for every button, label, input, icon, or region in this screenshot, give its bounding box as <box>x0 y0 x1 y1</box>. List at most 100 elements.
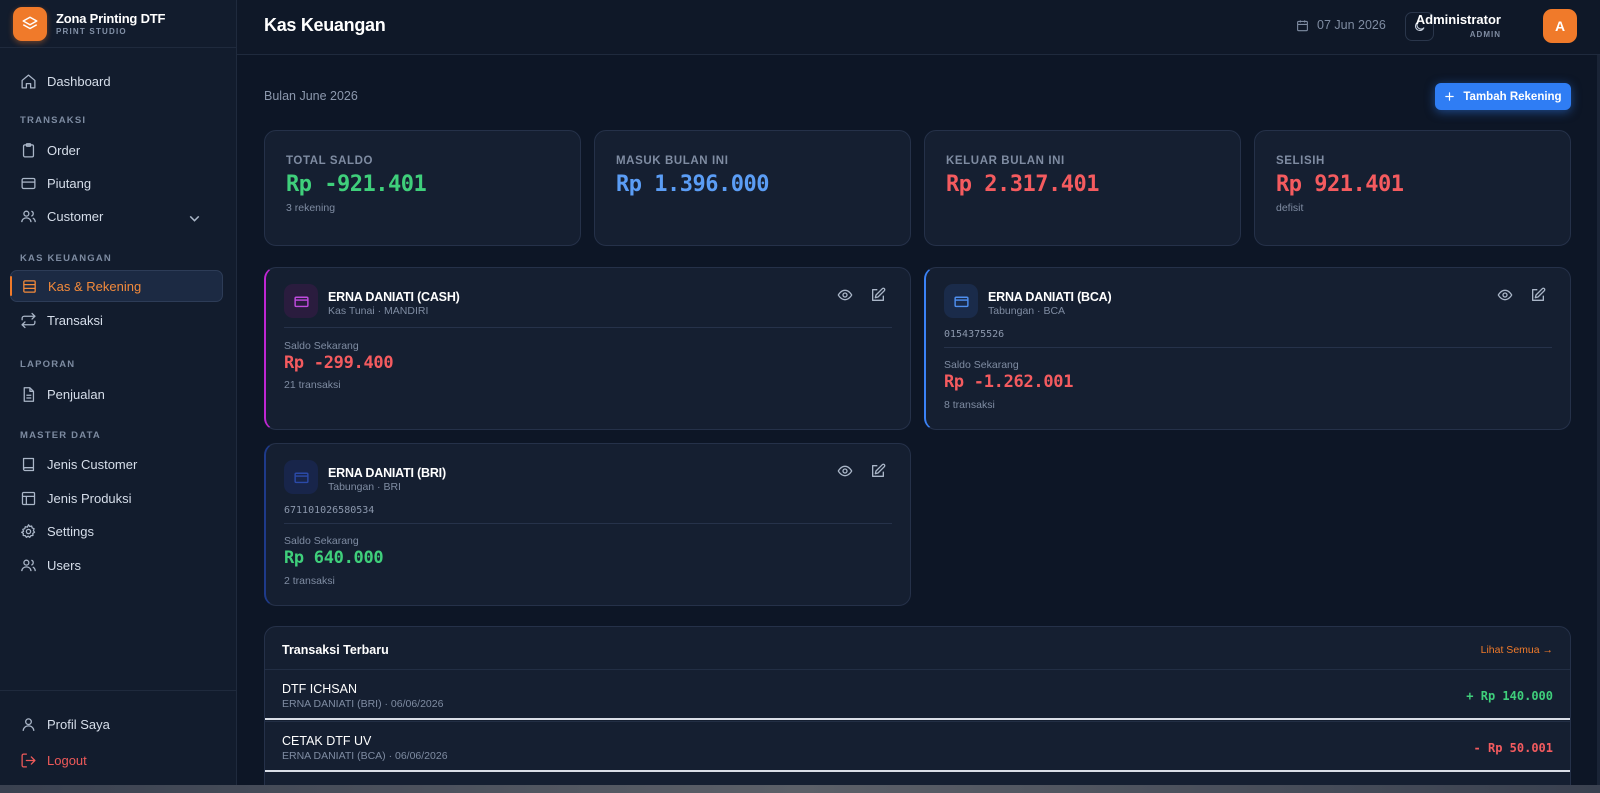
sidebar-item-label: Logout <box>47 752 87 768</box>
sidebar-item-label: Profil Saya <box>47 716 110 732</box>
repeat-icon <box>21 312 36 328</box>
edit-icon[interactable] <box>870 287 886 303</box>
stat-label: MASUK BULAN INI <box>616 155 729 167</box>
sidebar-item-jenis-customer[interactable]: Jenis Customer <box>10 448 223 480</box>
user-role: ADMIN <box>1469 30 1501 39</box>
page-title: Kas Keuangan <box>264 15 386 35</box>
account-type: Tabungan · BCA <box>988 305 1066 317</box>
account-type: Kas Tunai · MANDIRI <box>328 305 429 317</box>
sidebar-footer: Profil Saya Logout <box>0 690 236 793</box>
balance-label: Saldo Sekarang <box>284 340 359 352</box>
clipboard-icon <box>22 142 35 158</box>
sidebar-item-kas-rekening[interactable]: Kas & Rekening <box>10 270 223 302</box>
users-icon <box>21 210 36 222</box>
stat-card-masuk: MASUK BULAN INI Rp 1.396.000 <box>594 130 911 246</box>
stat-value: Rp 1.396.000 <box>616 172 769 197</box>
view-icon[interactable] <box>1497 287 1513 303</box>
transaction-meta: ERNA DANIATI (BRI) · 06/06/2026 <box>282 698 444 710</box>
sidebar-item-label: Settings <box>47 523 94 539</box>
account-card-cash[interactable]: ERNA DANIATI (CASH) Kas Tunai · MANDIRI … <box>264 267 911 430</box>
sidebar-item-users[interactable]: Users <box>10 549 223 581</box>
transaction-count: 21 transaksi <box>284 379 341 391</box>
sidebar-item-label: Piutang <box>47 175 92 191</box>
chevron-down-icon <box>189 215 200 222</box>
sidebar-item-penjualan[interactable]: Penjualan <box>10 378 223 410</box>
balance-label: Saldo Sekarang <box>284 535 359 547</box>
stat-value: Rp 2.317.401 <box>946 172 1099 197</box>
list-icon <box>23 279 36 293</box>
wallet-icon <box>944 284 978 318</box>
sidebar-item-order[interactable]: Order <box>10 134 223 166</box>
account-number: 0154375526 <box>944 329 1005 340</box>
account-card-bca[interactable]: ERNA DANIATI (BCA) Tabungan · BCA 015437… <box>924 267 1571 430</box>
layers-icon <box>13 6 47 41</box>
file-text-icon <box>23 386 35 402</box>
view-icon[interactable] <box>837 287 853 303</box>
sidebar-item-label: Jenis Produksi <box>47 490 132 506</box>
wallet-icon <box>284 460 318 494</box>
sidebar-item-label: Order <box>47 142 81 158</box>
stat-label: TOTAL SALDO <box>286 155 374 167</box>
divider <box>284 327 892 328</box>
logout-button[interactable]: Logout <box>10 744 223 776</box>
section-label-laporan: LAPORAN <box>20 359 76 370</box>
user-name: Administrator <box>1415 12 1501 27</box>
sidebar-item-label: Transaksi <box>47 312 103 328</box>
account-number: 671101026580534 <box>284 505 375 516</box>
brand-subtitle: PRINT STUDIO <box>56 27 127 36</box>
transaction-amount: - Rp 50.001 <box>1473 741 1553 755</box>
month-label: Bulan June 2026 <box>264 89 358 103</box>
transaction-row[interactable]: CETAK DTF UV ERNA DANIATI (BCA) · 06/06/… <box>265 721 1570 772</box>
account-card-bri[interactable]: ERNA DANIATI (BRI) Tabungan · BRI 671101… <box>264 443 911 606</box>
wallet-icon <box>284 284 318 318</box>
sidebar-item-customer[interactable]: Customer <box>10 200 223 232</box>
sidebar-item-piutang[interactable]: Piutang <box>10 167 223 199</box>
add-account-label: Tambah Rekening <box>1463 90 1562 103</box>
view-icon[interactable] <box>837 463 853 479</box>
add-account-button[interactable]: Tambah Rekening <box>1435 83 1571 110</box>
transaction-meta: ERNA DANIATI (BCA) · 06/06/2026 <box>282 750 448 762</box>
divider <box>284 523 892 524</box>
brand: Zona Printing DTF PRINT STUDIO <box>0 0 236 48</box>
avatar[interactable]: A <box>1543 9 1577 43</box>
home-icon <box>21 73 36 89</box>
sidebar-item-jenis-produksi[interactable]: Jenis Produksi <box>10 482 223 514</box>
stat-card-keluar: KELUAR BULAN INI Rp 2.317.401 <box>924 130 1241 246</box>
date-text: 07 Jun 2026 <box>1317 18 1386 32</box>
transaction-row[interactable]: DTF ICHSAN ERNA DANIATI (BRI) · 06/06/20… <box>265 669 1570 720</box>
user-icon <box>22 717 35 731</box>
stat-label: KELUAR BULAN INI <box>946 155 1065 167</box>
stat-card-selisih: SELISIH Rp 921.401 defisit <box>1254 130 1571 246</box>
sidebar-item-label: Dashboard <box>47 73 111 89</box>
sidebar-item-profil[interactable]: Profil Saya <box>10 708 223 740</box>
sidebar-item-dashboard[interactable]: Dashboard <box>10 65 223 97</box>
layout-icon <box>21 491 36 505</box>
panel-title: Transaksi Terbaru <box>282 643 389 657</box>
section-label-transaksi: TRANSAKSI <box>20 115 87 126</box>
users-icon <box>21 559 36 571</box>
sidebar-item-label: Users <box>47 557 81 573</box>
logout-icon <box>21 752 36 768</box>
transaction-count: 8 transaksi <box>944 399 995 411</box>
account-balance: Rp -299.400 <box>284 353 394 373</box>
balance-label: Saldo Sekarang <box>944 359 1019 371</box>
book-icon <box>22 457 35 471</box>
section-label-master: MASTER DATA <box>20 430 101 441</box>
stat-sub: defisit <box>1276 202 1304 214</box>
view-all-link[interactable]: Lihat Semua → <box>1481 644 1553 656</box>
credit-card-icon <box>21 177 36 189</box>
window-bottom-edge <box>0 785 1600 793</box>
gear-icon <box>20 523 36 538</box>
sidebar-item-settings[interactable]: Settings <box>10 515 223 547</box>
stat-label: SELISIH <box>1276 155 1325 167</box>
transaction-name: DTF ICHSAN <box>282 682 357 696</box>
edit-icon[interactable] <box>870 463 886 479</box>
account-balance: Rp -1.262.001 <box>944 372 1074 392</box>
sidebar-item-label: Kas & Rekening <box>48 278 142 294</box>
sidebar-item-transaksi[interactable]: Transaksi <box>10 304 223 336</box>
account-name: ERNA DANIATI (CASH) <box>328 290 460 304</box>
stat-value: Rp 921.401 <box>1276 172 1404 197</box>
sidebar-item-label: Jenis Customer <box>47 456 138 472</box>
transaction-name: CETAK DTF UV <box>282 734 372 748</box>
edit-icon[interactable] <box>1530 287 1546 303</box>
